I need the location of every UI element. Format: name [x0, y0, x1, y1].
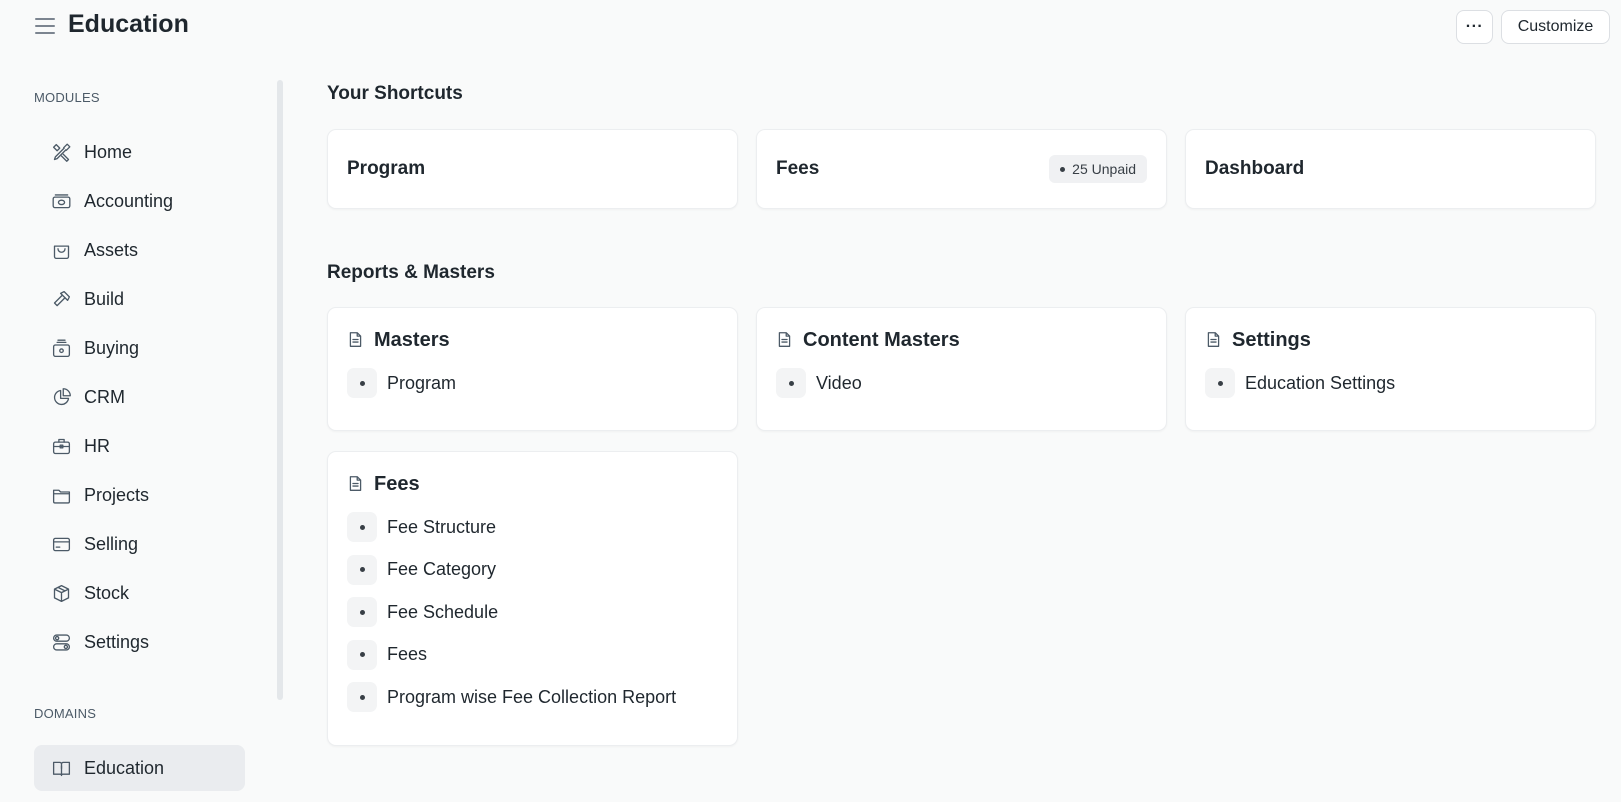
sidebar-item-assets[interactable]: Assets [34, 227, 245, 273]
sidebar-item-label: Projects [84, 484, 150, 505]
bullet-icon [347, 597, 377, 627]
sidebar-item-label: Assets [84, 239, 139, 260]
link-label: Program [387, 372, 457, 393]
sidebar-item-stock[interactable]: Stock [34, 570, 245, 616]
dot-icon [1060, 166, 1066, 172]
shortcut-dashboard[interactable]: Dashboard [1185, 129, 1596, 209]
sidebar-item-buying[interactable]: Buying [34, 325, 245, 371]
card-masters: Masters Program [327, 307, 738, 431]
link-program-wise-fee-collection-report[interactable]: Program wise Fee Collection Report [347, 682, 718, 712]
sidebar-item-selling[interactable]: Selling [34, 521, 245, 567]
sidebar-item-hr[interactable]: HR [34, 423, 245, 469]
briefcase-icon [50, 435, 72, 457]
reports-heading: Reports & Masters [327, 262, 495, 283]
document-icon [347, 331, 365, 349]
link-label: Fee Structure [387, 516, 497, 537]
link-fee-structure[interactable]: Fee Structure [347, 512, 718, 542]
card-fees: Fees Fee Structure Fee Category Fee Sche… [327, 451, 738, 746]
sidebar-item-accounting[interactable]: Accounting [34, 178, 245, 224]
pie-icon [50, 386, 72, 408]
shortcut-label: Fees [776, 158, 820, 179]
card-settings: Settings Education Settings [1185, 307, 1596, 431]
link-label: Fee Schedule [387, 601, 499, 622]
folder-icon [50, 484, 72, 506]
link-education-settings[interactable]: Education Settings [1205, 368, 1576, 398]
domains-heading: DOMAINS [34, 706, 97, 721]
sidebar-item-label: Buying [84, 337, 140, 358]
more-options-button[interactable]: ··· [1456, 10, 1493, 44]
link-label: Fee Category [387, 559, 497, 579]
basket-icon [50, 337, 72, 359]
sidebar-item-label: Selling [84, 533, 139, 554]
link-label: Fees [387, 644, 428, 664]
bullet-icon [347, 682, 377, 712]
bullet-icon [776, 368, 806, 398]
sidebar-item-label: Education [84, 757, 165, 778]
bag-icon [50, 239, 72, 261]
shortcut-label: Dashboard [1205, 158, 1305, 179]
document-icon [776, 331, 794, 349]
page-header: Education ··· Customize [0, 0, 1621, 56]
sidebar-item-label: Settings [84, 631, 150, 652]
page-title: Education [68, 10, 189, 38]
customize-button[interactable]: Customize [1501, 10, 1610, 44]
shortcut-label: Program [347, 158, 426, 179]
tools-icon [50, 141, 72, 163]
sidebar-item-label: Build [84, 288, 125, 309]
card-content-masters: Content Masters Video [756, 307, 1167, 431]
link-fee-category[interactable]: Fee Category [347, 554, 718, 585]
sidebar-item-label: Stock [84, 582, 130, 603]
book-icon [50, 757, 72, 779]
hammer-icon [50, 288, 72, 310]
card-title: Masters [374, 328, 450, 351]
modules-heading: MODULES [34, 90, 100, 105]
card-title: Content Masters [803, 328, 960, 351]
card-title: Settings [1232, 328, 1311, 351]
bullet-icon [347, 554, 377, 585]
bullet-icon [347, 639, 377, 670]
badge-label: 25 Unpaid [1072, 161, 1136, 177]
document-icon [1205, 331, 1223, 349]
toggles-icon [50, 631, 72, 653]
sidebar: MODULES Home Accounting Assets Build Buy… [0, 56, 270, 802]
link-video[interactable]: Video [776, 368, 1147, 398]
document-icon [347, 475, 365, 493]
card-icon [50, 533, 72, 555]
sidebar-item-build[interactable]: Build [34, 276, 245, 322]
sidebar-item-crm[interactable]: CRM [34, 374, 245, 420]
link-label: Video [816, 372, 862, 393]
link-program[interactable]: Program [347, 368, 718, 398]
link-label: Education Settings [1245, 372, 1396, 393]
unpaid-count-badge: 25 Unpaid [1049, 155, 1147, 183]
card-title: Fees [374, 472, 420, 495]
shortcut-program[interactable]: Program [327, 129, 738, 209]
box-icon [50, 582, 72, 604]
bullet-icon [347, 512, 377, 542]
shortcuts-heading: Your Shortcuts [327, 83, 463, 104]
sidebar-item-label: HR [84, 435, 110, 456]
menu-toggle-icon[interactable] [34, 16, 56, 36]
sidebar-item-projects[interactable]: Projects [34, 472, 245, 518]
sidebar-item-label: Home [84, 141, 133, 162]
link-label: Program wise Fee Collection Report [387, 686, 677, 707]
sidebar-item-home[interactable]: Home [34, 129, 245, 175]
sidebar-item-settings[interactable]: Settings [34, 619, 245, 665]
money-icon [50, 190, 72, 212]
sidebar-scrollbar[interactable] [277, 80, 283, 700]
bullet-icon [1205, 368, 1235, 398]
shortcut-fees[interactable]: Fees 25 Unpaid [756, 129, 1167, 209]
bullet-icon [347, 368, 377, 398]
sidebar-item-label: Accounting [84, 190, 174, 211]
sidebar-item-education[interactable]: Education [34, 745, 245, 791]
sidebar-item-label: CRM [84, 386, 125, 407]
link-fee-schedule[interactable]: Fee Schedule [347, 597, 718, 627]
link-fees[interactable]: Fees [347, 639, 718, 670]
